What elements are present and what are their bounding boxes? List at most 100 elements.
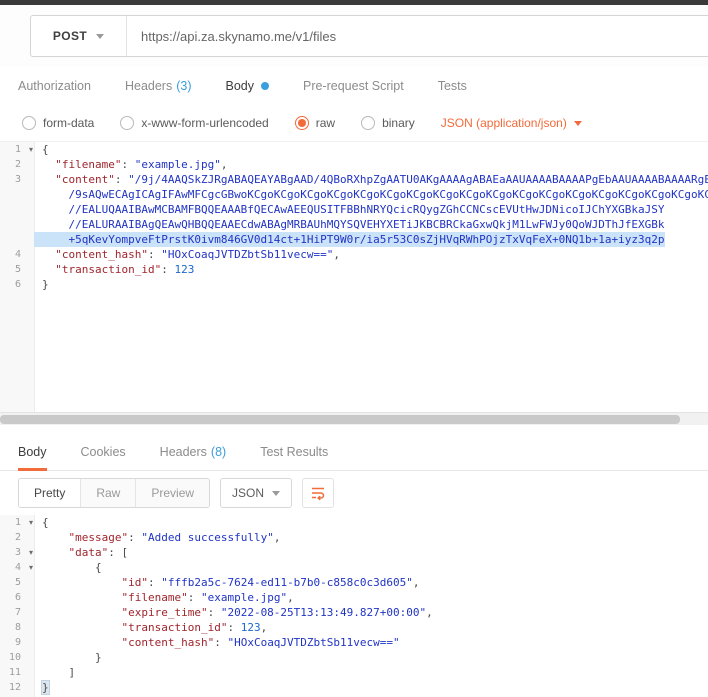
horizontal-scrollbar[interactable] <box>0 412 708 425</box>
code-line[interactable]: 2 "filename": "example.jpg", <box>0 157 708 172</box>
code-line[interactable]: /9sAQwECAgICAgIFAwMFCgcGBwoKCgoKCgoKCgoK… <box>0 187 708 202</box>
scrollbar-thumb[interactable] <box>0 415 680 424</box>
fold-arrow-icon[interactable]: ▾ <box>29 560 33 575</box>
code-line[interactable]: 2 "message": "Added successfully", <box>0 530 708 545</box>
fold-arrow-icon[interactable]: ▾ <box>29 515 33 530</box>
line-number: 6 <box>0 590 34 605</box>
request-tab-body[interactable]: Body <box>226 67 270 105</box>
line-number <box>0 232 34 247</box>
body-type-label: form-data <box>43 116 94 130</box>
response-tab-cookies[interactable]: Cookies <box>81 433 126 470</box>
response-tab-test-results[interactable]: Test Results <box>260 433 328 470</box>
wrap-text-button[interactable] <box>302 478 334 508</box>
body-type-label: binary <box>382 116 415 130</box>
fold-arrow-icon[interactable]: ▾ <box>29 545 33 560</box>
code-line[interactable]: //EALURAAIBAgQEAwQHBQQEAAECdwABAgMRBAUhM… <box>0 217 708 232</box>
method-dropdown[interactable]: POST <box>31 16 127 56</box>
line-number: 5 <box>0 262 34 277</box>
response-toolbar: PrettyRawPreview JSON <box>0 471 708 515</box>
code-text: "content": "/9j/4AAQSkZJRgABAQEAYABgAAD/… <box>34 172 708 187</box>
body-type-binary[interactable]: binary <box>361 116 415 130</box>
line-number: 1▾ <box>0 142 34 157</box>
code-line[interactable]: +5qKevYompveFtPrstK0ivm846GV0d14ct+1HiPT… <box>0 232 708 247</box>
request-body-editor[interactable]: 1▾{2 "filename": "example.jpg",3 "conten… <box>0 141 708 412</box>
request-tab-authorization[interactable]: Authorization <box>18 67 91 105</box>
body-type-x-www-form-urlencoded[interactable]: x-www-form-urlencoded <box>120 116 268 130</box>
code-text: } <box>34 680 49 695</box>
code-line[interactable]: 6 "filename": "example.jpg", <box>0 590 708 605</box>
code-text: } <box>34 277 49 292</box>
code-line[interactable]: 9 "content_hash": "HOxCoaqJVTDZbtSb11vec… <box>0 635 708 650</box>
response-tabs: Body Cookies Headers(8) Test Results <box>0 433 708 471</box>
request-tab-headers[interactable]: Headers(3) <box>125 67 192 105</box>
code-line[interactable]: 3▾ "data": [ <box>0 545 708 560</box>
view-mode-preview[interactable]: Preview <box>135 479 209 507</box>
tab-label: Body <box>226 79 255 93</box>
code-text: ] <box>34 665 75 680</box>
radio-icon <box>22 116 36 130</box>
url-container: POST <box>30 15 708 57</box>
view-mode-pretty[interactable]: Pretty <box>19 479 80 507</box>
line-number: 9 <box>0 635 34 650</box>
code-line[interactable]: 1▾{ <box>0 142 708 157</box>
chevron-down-icon <box>272 491 280 496</box>
view-mode-switcher: PrettyRawPreview <box>18 478 210 508</box>
body-type-form-data[interactable]: form-data <box>22 116 94 130</box>
content-type-dropdown[interactable]: JSON (application/json) <box>441 116 582 130</box>
view-mode-raw[interactable]: Raw <box>80 479 135 507</box>
code-text: { <box>34 515 49 530</box>
response-tab-headers[interactable]: Headers(8) <box>160 433 227 470</box>
line-number: 3▾ <box>0 545 34 560</box>
tab-dot-indicator <box>261 82 269 90</box>
code-line[interactable]: 4▾ { <box>0 560 708 575</box>
code-text: "id": "fffb2a5c-7624-ed11-b7b0-c858c0c3d… <box>34 575 420 590</box>
chevron-down-icon <box>96 34 104 39</box>
tab-label: Authorization <box>18 79 91 93</box>
code-text: "expire_time": "2022-08-25T13:13:49.827+… <box>34 605 433 620</box>
request-tab-tests[interactable]: Tests <box>438 67 467 105</box>
code-line[interactable]: //EALUQAAIBAwMCBAMFBQQEAAABfQECAwAEEQUSI… <box>0 202 708 217</box>
code-line[interactable]: 3 "content": "/9j/4AAQSkZJRgABAQEAYABgAA… <box>0 172 708 187</box>
code-line[interactable]: 1▾{ <box>0 515 708 530</box>
body-type-raw[interactable]: raw <box>295 116 335 130</box>
code-line[interactable]: 8 "transaction_id": 123, <box>0 620 708 635</box>
code-text: "filename": "example.jpg", <box>34 157 227 172</box>
code-text: "content_hash": "HOxCoaqJVTDZbtSb11vecw=… <box>34 635 400 650</box>
code-line[interactable]: 10 } <box>0 650 708 665</box>
code-text: { <box>34 560 102 575</box>
code-text: /9sAQwECAgICAgIFAwMFCgcGBwoKCgoKCgoKCgoK… <box>34 187 708 202</box>
tab-label: Headers <box>125 79 172 93</box>
tab-label: Body <box>18 445 47 459</box>
code-line[interactable]: 5 "transaction_id": 123 <box>0 262 708 277</box>
body-type-options: form-data x-www-form-urlencoded raw binary <box>22 116 415 130</box>
code-line[interactable]: 6} <box>0 277 708 292</box>
method-label: POST <box>53 29 87 43</box>
tab-label: Pre-request Script <box>303 79 404 93</box>
response-body-editor[interactable]: 1▾{2 "message": "Added successfully",3▾ … <box>0 515 708 697</box>
url-input[interactable] <box>127 16 708 56</box>
body-type-row: form-datax-www-form-urlencodedrawbinary … <box>0 105 708 141</box>
code-line[interactable]: 4 "content_hash": "HOxCoaqJVTDZbtSb11vec… <box>0 247 708 262</box>
line-number: 12 <box>0 680 34 695</box>
line-number: 5 <box>0 575 34 590</box>
line-number <box>0 187 34 202</box>
radio-icon <box>295 116 309 130</box>
code-line[interactable]: 12} <box>0 680 708 695</box>
response-tab-body[interactable]: Body <box>18 433 47 470</box>
code-text: //EALURAAIBAgQEAwQHBQQEAAECdwABAgMRBAUhM… <box>34 217 665 232</box>
text-wrap-icon <box>310 485 326 501</box>
language-dropdown[interactable]: JSON <box>220 478 292 508</box>
chevron-down-icon <box>574 121 582 126</box>
fold-arrow-icon[interactable]: ▾ <box>29 142 33 157</box>
code-line[interactable]: 7 "expire_time": "2022-08-25T13:13:49.82… <box>0 605 708 620</box>
line-number: 7 <box>0 605 34 620</box>
request-tab-pre-request-script[interactable]: Pre-request Script <box>303 67 404 105</box>
line-number <box>0 217 34 232</box>
code-text: "filename": "example.jpg", <box>34 590 294 605</box>
line-number: 1▾ <box>0 515 34 530</box>
language-label: JSON <box>232 486 264 500</box>
code-line[interactable]: 11 ] <box>0 665 708 680</box>
line-number: 2 <box>0 530 34 545</box>
code-line[interactable]: 5 "id": "fffb2a5c-7624-ed11-b7b0-c858c0c… <box>0 575 708 590</box>
line-number: 4▾ <box>0 560 34 575</box>
